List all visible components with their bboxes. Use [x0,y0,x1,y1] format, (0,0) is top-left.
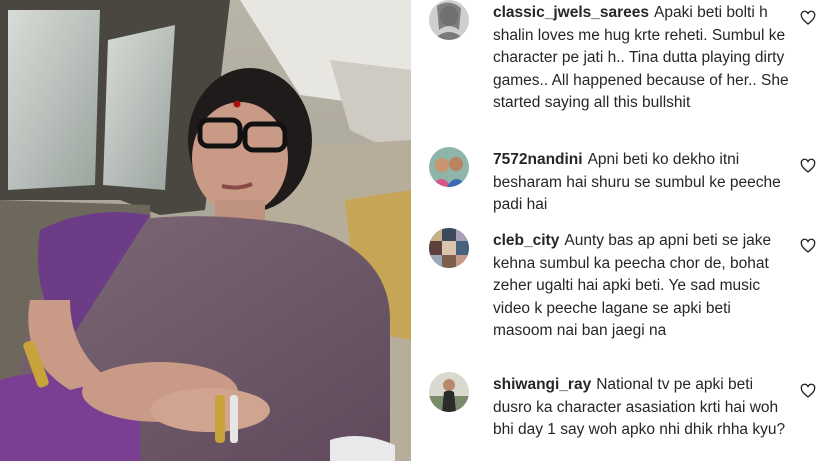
heart-outline-icon [800,383,816,398]
comment-text: cleb_city Aunty bas ap apni beti se jake … [493,230,793,343]
like-button[interactable] [800,238,816,254]
comment-item: 7572nandini Apni beti ko dekho itni besha… [411,147,830,222]
avatar-image [429,0,469,40]
comment-username[interactable]: shiwangi_ray [493,376,591,393]
like-button[interactable] [800,10,816,26]
heart-outline-icon [800,238,816,253]
avatar[interactable] [429,372,469,412]
avatar[interactable] [429,0,469,40]
avatar[interactable] [429,228,469,268]
comment-text: shiwangi_ray National tv pe apki beti dus… [493,374,793,442]
avatar[interactable] [429,147,469,187]
comment-username[interactable]: 7572nandini [493,151,583,168]
comment-username[interactable]: classic_jwels_sarees [493,4,649,21]
comment-text: classic_jwels_sarees Apaki beti bolti h s… [493,2,793,115]
post-photo [0,0,411,461]
avatar-image [429,147,469,187]
avatar-image [429,228,469,268]
comment-item: shiwangi_ray National tv pe apki beti dus… [411,372,830,461]
comment-item: classic_jwels_sarees Apaki beti bolti h s… [411,0,830,135]
like-button[interactable] [800,158,816,174]
comment-text: 7572nandini Apni beti ko dekho itni besha… [493,149,793,217]
comment-item: cleb_city Aunty bas ap apni beti se jake … [411,228,830,368]
like-button[interactable] [800,383,816,399]
heart-outline-icon [800,158,816,173]
heart-outline-icon [800,10,816,25]
comment-username[interactable]: cleb_city [493,232,559,249]
photo-of-woman-in-car [0,0,411,461]
comments-panel: classic_jwels_sarees Apaki beti bolti h s… [411,0,830,461]
avatar-image [429,372,469,412]
